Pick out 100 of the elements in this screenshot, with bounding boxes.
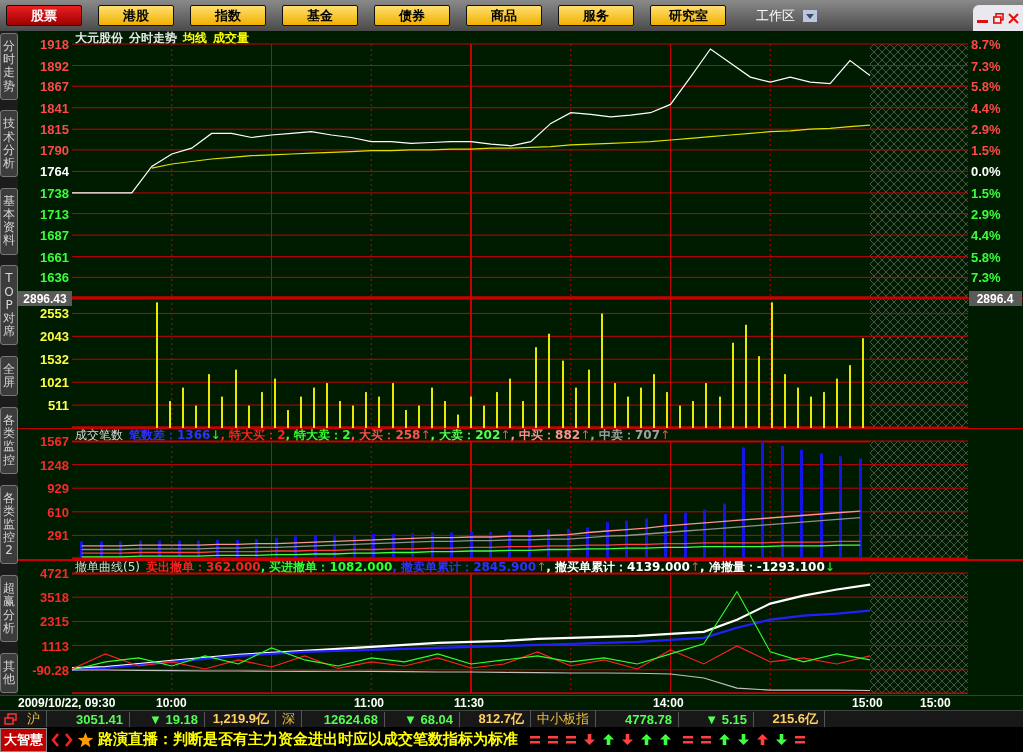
legend-item: , 买进撤单：1082.000 xyxy=(260,560,393,574)
side-tab[interactable]: 基本资料 xyxy=(0,187,18,255)
count-bar xyxy=(333,534,336,557)
count-bar xyxy=(489,531,492,557)
time-label: 15:00 xyxy=(920,696,951,710)
count-bar xyxy=(294,536,297,557)
percent-label: 2.9% xyxy=(971,206,1001,222)
percent-label: 0.0% xyxy=(971,164,1001,180)
axis-label: 1918 xyxy=(40,37,69,52)
toolbar-tab[interactable]: 服务 xyxy=(558,5,634,26)
restore-icon[interactable] xyxy=(992,12,1004,24)
count-bar xyxy=(547,529,550,557)
count-bar xyxy=(392,534,395,557)
axis-label: 1867 xyxy=(40,79,69,95)
side-tab[interactable]: 分时走势 xyxy=(0,33,18,100)
index-value: ▼ 19.18 xyxy=(130,711,205,727)
window-icon[interactable] xyxy=(4,713,17,725)
toolbar-tab[interactable]: 商品 xyxy=(466,5,542,26)
previous-icon[interactable] xyxy=(51,732,60,747)
toolbar-tab[interactable]: 指数 xyxy=(190,5,266,26)
side-tab[interactable]: 技术分析 xyxy=(0,110,18,178)
legend-item: , 中卖：707↑ xyxy=(590,428,671,442)
percent-label: 2.9% xyxy=(971,122,1001,138)
axis-label: 3518 xyxy=(40,590,69,606)
index-value: ▼ 5.15 xyxy=(679,711,754,727)
legend-label: 分时走势 xyxy=(129,31,177,44)
axis-label: 1713 xyxy=(40,206,69,222)
toolbar-tab[interactable]: 股票 xyxy=(6,5,82,26)
time-label: 11:00 xyxy=(354,696,385,710)
axis-label: 511 xyxy=(48,398,69,414)
toolbar-tab[interactable]: 研究室 xyxy=(650,5,726,26)
axis-label: 1687 xyxy=(40,228,69,244)
count-bar xyxy=(353,534,356,557)
axis-label: 291 xyxy=(47,528,69,544)
count-bar xyxy=(625,520,628,557)
side-tab[interactable]: 全屏 xyxy=(0,356,18,397)
time-label: 2009/10/22, 09:30 xyxy=(18,696,116,710)
axis-label: 1661 xyxy=(40,249,69,265)
legend-item: 笔数差：1366↓ xyxy=(129,428,221,442)
axis-label: 929 xyxy=(47,481,69,497)
time-label: 15:00 xyxy=(852,696,883,710)
dropdown-icon[interactable] xyxy=(803,9,817,22)
news-headline[interactable]: 路演直播：判断是否有主力资金进出时应以成交笔数指标为标准 xyxy=(98,730,518,749)
axis-label: 1636 xyxy=(40,270,69,286)
axis-label: 2043 xyxy=(40,329,69,345)
count-bar xyxy=(275,537,278,557)
count-bar xyxy=(508,531,511,557)
axis-label: 1841 xyxy=(40,100,69,116)
value-tag: 2896.43 xyxy=(18,291,72,306)
count-bar xyxy=(158,540,161,557)
percent-label: 4.4% xyxy=(971,100,1001,116)
brand-logo: 大智慧 xyxy=(0,727,47,752)
axis-label: 2315 xyxy=(40,614,69,630)
axis-label: -90.28 xyxy=(32,662,69,678)
axis-label: 4721 xyxy=(40,566,69,581)
legend-label: 大元股份 xyxy=(75,31,123,44)
toolbar-tab[interactable]: 基金 xyxy=(282,5,358,26)
count-bar xyxy=(372,534,375,557)
close-icon[interactable] xyxy=(1007,12,1019,24)
count-bar xyxy=(411,533,414,557)
legend-label: 成交量 xyxy=(213,31,249,44)
count-bar xyxy=(528,530,531,557)
axis-label: 1790 xyxy=(40,142,69,158)
count-bar xyxy=(80,541,83,557)
index-value: 3051.41 xyxy=(47,711,130,727)
workspace-label[interactable]: 工作区 xyxy=(756,6,795,25)
percent-label: 8.7% xyxy=(971,37,1001,52)
legend-item: , 特大卖：2 xyxy=(285,428,351,442)
count-bar xyxy=(450,532,453,557)
panel-title: 撤单曲线(5) xyxy=(75,558,140,576)
percent-label: 1.5% xyxy=(971,142,1001,158)
side-tab[interactable]: 超赢分析 xyxy=(0,575,18,642)
toolbar-tab[interactable]: 港股 xyxy=(98,5,174,26)
side-tab[interactable]: 其他 xyxy=(0,652,18,693)
percent-label: 7.3% xyxy=(971,58,1001,74)
count-bar xyxy=(703,509,706,557)
legend-item: , 大卖：202↑ xyxy=(430,428,511,442)
axis-label: 1815 xyxy=(40,122,69,138)
side-tab[interactable]: 各类监控2 xyxy=(0,484,18,565)
side-tab[interactable]: TOP对席 xyxy=(0,265,18,346)
axis-label: 1248 xyxy=(40,457,69,473)
legend-item: , 净撤量：-1293.100↓ xyxy=(700,560,835,574)
axis-label: 1892 xyxy=(40,58,69,74)
count-bar xyxy=(119,541,122,557)
percent-label: 4.4% xyxy=(971,228,1001,244)
legend-item: , 特大买：2 xyxy=(220,428,286,442)
index-value: ▼ 68.04 xyxy=(385,711,460,727)
percent-label: 5.8% xyxy=(971,249,1001,265)
toolbar-tab[interactable]: 债券 xyxy=(374,5,450,26)
count-bar xyxy=(723,503,726,557)
count-bar xyxy=(586,527,589,557)
value-tag: 2896.4 xyxy=(969,291,1022,306)
count-bar xyxy=(314,535,317,557)
legend-item: , 撤买单累计：4139.000↑ xyxy=(546,560,701,574)
panel-title: 成交笔数 xyxy=(75,426,123,444)
next-icon[interactable] xyxy=(64,732,73,747)
legend-item: 卖出撤单：362.000 xyxy=(146,560,261,574)
time-label: 14:00 xyxy=(653,696,684,710)
time-label: 10:00 xyxy=(156,696,187,710)
side-tab[interactable]: 各类监控 xyxy=(0,407,18,474)
